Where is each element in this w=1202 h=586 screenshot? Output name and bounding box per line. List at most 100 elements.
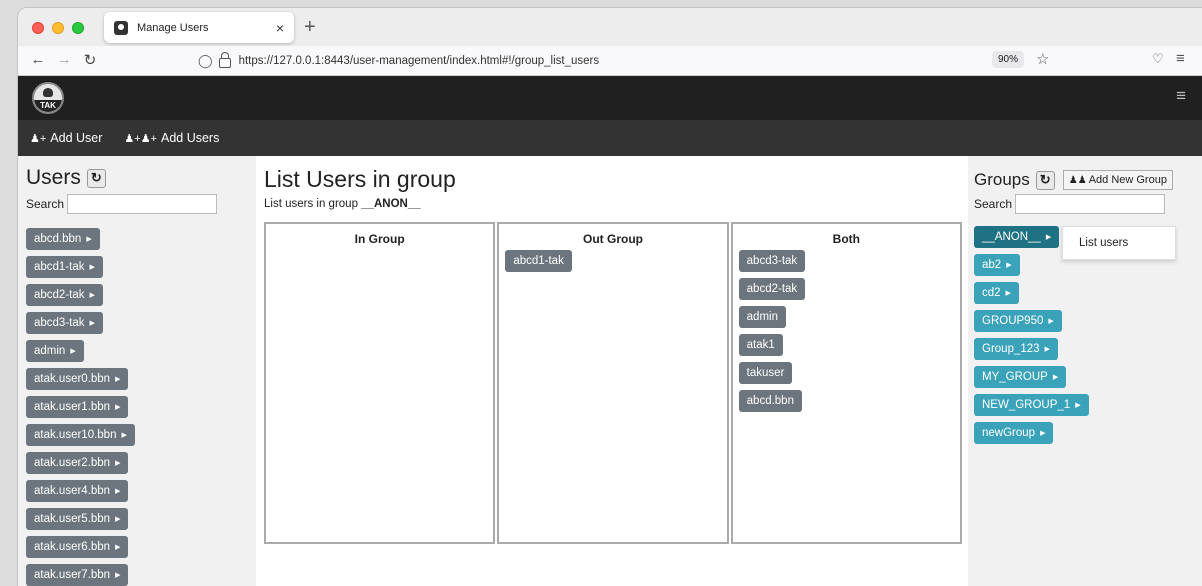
user-item[interactable]: atak.user10.bbn ▶ <box>26 424 135 446</box>
browser-window: Manage Users × + ← → ↻ ◯ https://127.0.0… <box>18 8 1202 586</box>
tab-title: Manage Users <box>137 21 209 34</box>
users-search-input[interactable] <box>67 194 218 214</box>
group-item[interactable]: GROUP950 ▶ <box>974 310 1062 332</box>
group-item[interactable]: cd2 ▶ <box>974 282 1019 304</box>
caret-right-icon: ▶ <box>89 292 95 299</box>
url-text[interactable]: https://127.0.0.1:8443/user-management/i… <box>239 55 600 67</box>
tak-logo[interactable]: TAK <box>32 82 64 114</box>
groups-heading: Groups ↻ ♟♟ Add New Group <box>974 170 1196 190</box>
user-item-label: atak.user2.bbn <box>34 457 111 469</box>
group-item[interactable]: NEW_GROUP_1 ▶ <box>974 394 1089 416</box>
group-item-label: newGroup <box>982 427 1036 439</box>
user-item[interactable]: atak.user2.bbn ▶ <box>26 452 129 474</box>
group-item-label: MY_GROUP <box>982 371 1048 383</box>
tab-close-icon[interactable]: × <box>276 20 284 36</box>
users-pane: Users ↻ Search abcd.bbn ▶ abcd1-tak ▶ abcd2-… <box>18 156 256 586</box>
users-plus-icon: ♟+♟+ <box>124 132 157 145</box>
in-group-title: In Group <box>354 232 405 246</box>
refresh-groups-icon[interactable]: ↻ <box>1035 170 1055 190</box>
caret-right-icon: ▶ <box>89 320 95 327</box>
hamburger-menu-icon[interactable]: ≡ <box>1176 86 1186 106</box>
member-item-label: abcd.bbn <box>746 395 794 407</box>
shield-icon[interactable]: ◯ <box>198 53 213 69</box>
group-item[interactable]: newGroup ▶ <box>974 422 1054 444</box>
user-item[interactable]: abcd1-tak ▶ <box>26 256 103 278</box>
window-controls <box>32 22 84 34</box>
group-item-label: __ANON__ <box>982 231 1041 243</box>
maximize-window-button[interactable] <box>72 22 84 34</box>
caret-right-icon: ▶ <box>1040 430 1046 437</box>
group-item[interactable]: Group_123 ▶ <box>974 338 1058 360</box>
group-item[interactable]: __ANON__ ▶ <box>974 226 1060 248</box>
browser-menu-icon[interactable]: ≡ <box>1176 50 1185 67</box>
both-column: Both abcd3-tak abcd2-tak admin atak1 takuser… <box>730 222 962 544</box>
user-list: abcd.bbn ▶ abcd1-tak ▶ abcd2-tak ▶ abcd3-tak ▶ a… <box>26 228 248 586</box>
add-new-group-button[interactable]: ♟♟ Add New Group <box>1062 170 1173 190</box>
caret-right-icon: ▶ <box>89 264 95 271</box>
caret-right-icon: ▶ <box>115 376 121 383</box>
reload-icon[interactable]: ↻ <box>80 51 100 69</box>
browser-tab[interactable]: Manage Users × <box>104 12 294 43</box>
member-item[interactable]: abcd2-tak <box>738 278 806 300</box>
group-item[interactable]: ab2 ▶ <box>974 254 1020 276</box>
add-users-label: Add Users <box>160 131 220 145</box>
refresh-users-icon[interactable]: ↻ <box>86 168 106 188</box>
groups-search-label: Search <box>974 197 1013 211</box>
member-item[interactable]: atak1 <box>738 334 783 356</box>
add-users-button[interactable]: ♟+♟+ Add Users <box>124 131 219 145</box>
list-users-menu-item[interactable]: List users <box>1079 237 1128 249</box>
member-item-label: abcd3-tak <box>746 255 798 267</box>
both-title: Both <box>832 232 860 246</box>
user-item[interactable]: atak.user1.bbn ▶ <box>26 396 129 418</box>
member-item[interactable]: admin <box>738 306 786 328</box>
user-item[interactable]: atak.user7.bbn ▶ <box>26 564 129 586</box>
bookmark-star-icon[interactable]: ☆ <box>1036 50 1049 68</box>
caret-right-icon: ▶ <box>1075 402 1081 409</box>
main-content: Users ↻ Search abcd.bbn ▶ abcd1-tak ▶ abcd2-… <box>18 156 1202 586</box>
new-tab-button[interactable]: + <box>304 16 316 39</box>
user-item-label: atak.user10.bbn <box>34 429 117 441</box>
forward-arrow-icon[interactable]: → <box>54 51 74 68</box>
groups-search: Search <box>974 194 1196 214</box>
member-item[interactable]: takuser <box>738 362 793 384</box>
user-item[interactable]: atak.user0.bbn ▶ <box>26 368 129 390</box>
user-plus-icon: ♟+ <box>30 132 47 145</box>
out-group-list: abcd1-tak <box>505 250 720 272</box>
user-item[interactable]: abcd.bbn ▶ <box>26 228 100 250</box>
user-item-label: atak.user6.bbn <box>34 541 111 553</box>
app-header: TAK ≡ <box>18 76 1202 120</box>
group-item[interactable]: MY_GROUP ▶ <box>974 366 1067 388</box>
pocket-icon[interactable]: ♡ <box>1152 51 1164 67</box>
add-user-button[interactable]: ♟+ Add User <box>30 131 102 145</box>
helmet-icon <box>43 88 53 97</box>
users-heading: Users ↻ <box>26 166 248 190</box>
tab-strip: Manage Users × + <box>18 8 1202 46</box>
back-arrow-icon[interactable]: ← <box>28 51 48 68</box>
member-item[interactable]: abcd3-tak <box>738 250 806 272</box>
minimize-window-button[interactable] <box>52 22 64 34</box>
user-item[interactable]: atak.user6.bbn ▶ <box>26 536 129 558</box>
browser-navbar: ← → ↻ ◯ https://127.0.0.1:8443/user-mana… <box>18 46 1202 76</box>
group-users-pane: List Users in group List users in group … <box>256 156 968 586</box>
close-window-button[interactable] <box>32 22 44 34</box>
member-item[interactable]: abcd.bbn <box>738 390 802 412</box>
caret-right-icon: ▶ <box>115 516 121 523</box>
lock-icon[interactable] <box>218 52 231 68</box>
groups-title: Groups <box>974 170 1030 189</box>
zoom-level[interactable]: 90% <box>992 51 1025 68</box>
subtitle-group-name: __ANON__ <box>361 198 421 210</box>
user-item-label: atak.user1.bbn <box>34 401 111 413</box>
group-item-label: cd2 <box>982 287 1001 299</box>
user-item[interactable]: admin ▶ <box>26 340 84 362</box>
user-item[interactable]: atak.user4.bbn ▶ <box>26 480 129 502</box>
user-item[interactable]: atak.user5.bbn ▶ <box>26 508 129 530</box>
group-dropdown-menu[interactable]: List users <box>1062 226 1176 260</box>
user-item-label: abcd1-tak <box>34 261 85 273</box>
group-item-label: GROUP950 <box>982 315 1044 327</box>
member-item[interactable]: abcd1-tak <box>505 250 572 272</box>
user-item[interactable]: abcd3-tak ▶ <box>26 312 103 334</box>
url-bar[interactable]: ◯ https://127.0.0.1:8443/user-management… <box>198 49 978 73</box>
groups-pane: Groups ↻ ♟♟ Add New Group Search __ANON_… <box>968 156 1202 586</box>
groups-search-input[interactable] <box>1015 194 1166 214</box>
user-item[interactable]: abcd2-tak ▶ <box>26 284 103 306</box>
